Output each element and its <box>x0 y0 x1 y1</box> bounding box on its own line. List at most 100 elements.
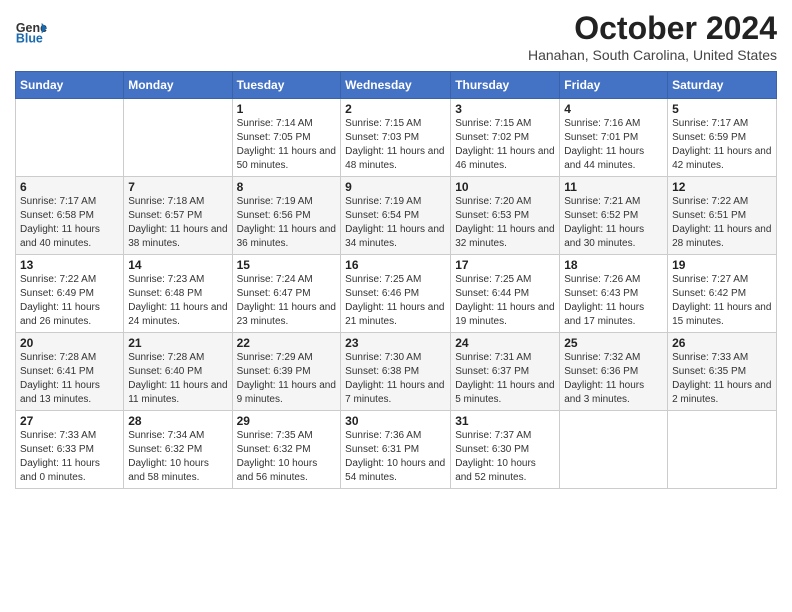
sunrise: Sunrise: 7:17 AM <box>672 118 748 129</box>
day-number: 11 <box>564 180 663 194</box>
day-number: 1 <box>237 102 337 116</box>
calendar-cell: 14 Sunrise: 7:23 AM Sunset: 6:48 PM Dayl… <box>124 255 232 333</box>
sunrise: Sunrise: 7:33 AM <box>20 430 96 441</box>
calendar-cell: 22 Sunrise: 7:29 AM Sunset: 6:39 PM Dayl… <box>232 333 341 411</box>
sunset: Sunset: 6:41 PM <box>20 366 94 377</box>
daylight: Daylight: 11 hours and 15 minutes. <box>672 302 771 327</box>
daylight: Daylight: 11 hours and 40 minutes. <box>20 224 100 249</box>
day-info: Sunrise: 7:37 AM Sunset: 6:30 PM Dayligh… <box>455 429 555 485</box>
day-number: 24 <box>455 336 555 350</box>
daylight: Daylight: 11 hours and 46 minutes. <box>455 146 554 171</box>
day-number: 28 <box>128 414 227 428</box>
day-info: Sunrise: 7:28 AM Sunset: 6:40 PM Dayligh… <box>128 351 227 407</box>
sunrise: Sunrise: 7:36 AM <box>345 430 421 441</box>
day-number: 5 <box>672 102 772 116</box>
sunset: Sunset: 6:37 PM <box>455 366 529 377</box>
calendar-cell: 30 Sunrise: 7:36 AM Sunset: 6:31 PM Dayl… <box>341 411 451 489</box>
day-info: Sunrise: 7:25 AM Sunset: 6:46 PM Dayligh… <box>345 273 446 329</box>
title-section: October 2024 Hanahan, South Carolina, Un… <box>528 10 777 63</box>
daylight: Daylight: 10 hours and 56 minutes. <box>237 458 318 483</box>
day-info: Sunrise: 7:22 AM Sunset: 6:49 PM Dayligh… <box>20 273 119 329</box>
calendar-cell: 1 Sunrise: 7:14 AM Sunset: 7:05 PM Dayli… <box>232 99 341 177</box>
day-info: Sunrise: 7:21 AM Sunset: 6:52 PM Dayligh… <box>564 195 663 251</box>
month-title: October 2024 <box>528 10 777 47</box>
day-number: 3 <box>455 102 555 116</box>
day-number: 15 <box>237 258 337 272</box>
day-info: Sunrise: 7:35 AM Sunset: 6:32 PM Dayligh… <box>237 429 337 485</box>
sunrise: Sunrise: 7:20 AM <box>455 196 531 207</box>
daylight: Daylight: 11 hours and 30 minutes. <box>564 224 644 249</box>
day-info: Sunrise: 7:25 AM Sunset: 6:44 PM Dayligh… <box>455 273 555 329</box>
day-number: 18 <box>564 258 663 272</box>
col-friday: Friday <box>560 72 668 99</box>
day-number: 21 <box>128 336 227 350</box>
day-info: Sunrise: 7:33 AM Sunset: 6:33 PM Dayligh… <box>20 429 119 485</box>
calendar-cell: 7 Sunrise: 7:18 AM Sunset: 6:57 PM Dayli… <box>124 177 232 255</box>
calendar-table: Sunday Monday Tuesday Wednesday Thursday… <box>15 71 777 489</box>
daylight: Daylight: 11 hours and 24 minutes. <box>128 302 227 327</box>
daylight: Daylight: 11 hours and 50 minutes. <box>237 146 336 171</box>
daylight: Daylight: 10 hours and 54 minutes. <box>345 458 445 483</box>
sunset: Sunset: 6:42 PM <box>672 288 746 299</box>
day-info: Sunrise: 7:14 AM Sunset: 7:05 PM Dayligh… <box>237 117 337 173</box>
day-info: Sunrise: 7:31 AM Sunset: 6:37 PM Dayligh… <box>455 351 555 407</box>
sunset: Sunset: 6:54 PM <box>345 210 419 221</box>
sunrise: Sunrise: 7:29 AM <box>237 352 313 363</box>
daylight: Daylight: 11 hours and 2 minutes. <box>672 380 771 405</box>
calendar-cell: 25 Sunrise: 7:32 AM Sunset: 6:36 PM Dayl… <box>560 333 668 411</box>
day-number: 20 <box>20 336 119 350</box>
daylight: Daylight: 11 hours and 3 minutes. <box>564 380 644 405</box>
sunset: Sunset: 6:46 PM <box>345 288 419 299</box>
sunrise: Sunrise: 7:32 AM <box>564 352 640 363</box>
daylight: Daylight: 11 hours and 13 minutes. <box>20 380 100 405</box>
header: General Blue October 2024 Hanahan, South… <box>15 10 777 63</box>
daylight: Daylight: 11 hours and 38 minutes. <box>128 224 227 249</box>
day-info: Sunrise: 7:32 AM Sunset: 6:36 PM Dayligh… <box>564 351 663 407</box>
week-row-2: 6 Sunrise: 7:17 AM Sunset: 6:58 PM Dayli… <box>16 177 777 255</box>
day-number: 14 <box>128 258 227 272</box>
daylight: Daylight: 11 hours and 34 minutes. <box>345 224 444 249</box>
sunrise: Sunrise: 7:35 AM <box>237 430 313 441</box>
calendar-cell: 31 Sunrise: 7:37 AM Sunset: 6:30 PM Dayl… <box>451 411 560 489</box>
daylight: Daylight: 10 hours and 52 minutes. <box>455 458 536 483</box>
calendar-cell: 13 Sunrise: 7:22 AM Sunset: 6:49 PM Dayl… <box>16 255 124 333</box>
daylight: Daylight: 11 hours and 11 minutes. <box>128 380 227 405</box>
sunrise: Sunrise: 7:26 AM <box>564 274 640 285</box>
sunset: Sunset: 6:32 PM <box>128 444 202 455</box>
day-number: 27 <box>20 414 119 428</box>
calendar-cell: 8 Sunrise: 7:19 AM Sunset: 6:56 PM Dayli… <box>232 177 341 255</box>
day-number: 10 <box>455 180 555 194</box>
calendar-cell: 16 Sunrise: 7:25 AM Sunset: 6:46 PM Dayl… <box>341 255 451 333</box>
daylight: Daylight: 11 hours and 0 minutes. <box>20 458 100 483</box>
calendar-cell: 11 Sunrise: 7:21 AM Sunset: 6:52 PM Dayl… <box>560 177 668 255</box>
sunrise: Sunrise: 7:30 AM <box>345 352 421 363</box>
col-monday: Monday <box>124 72 232 99</box>
sunrise: Sunrise: 7:23 AM <box>128 274 204 285</box>
calendar-cell: 6 Sunrise: 7:17 AM Sunset: 6:58 PM Dayli… <box>16 177 124 255</box>
day-number: 2 <box>345 102 446 116</box>
day-number: 13 <box>20 258 119 272</box>
day-info: Sunrise: 7:30 AM Sunset: 6:38 PM Dayligh… <box>345 351 446 407</box>
sunset: Sunset: 6:44 PM <box>455 288 529 299</box>
calendar-cell: 2 Sunrise: 7:15 AM Sunset: 7:03 PM Dayli… <box>341 99 451 177</box>
sunset: Sunset: 6:47 PM <box>237 288 311 299</box>
day-number: 22 <box>237 336 337 350</box>
daylight: Daylight: 11 hours and 7 minutes. <box>345 380 444 405</box>
sunset: Sunset: 6:36 PM <box>564 366 638 377</box>
sunrise: Sunrise: 7:37 AM <box>455 430 531 441</box>
day-number: 4 <box>564 102 663 116</box>
day-info: Sunrise: 7:15 AM Sunset: 7:03 PM Dayligh… <box>345 117 446 173</box>
calendar-cell: 28 Sunrise: 7:34 AM Sunset: 6:32 PM Dayl… <box>124 411 232 489</box>
daylight: Daylight: 11 hours and 23 minutes. <box>237 302 336 327</box>
calendar-cell <box>124 99 232 177</box>
day-info: Sunrise: 7:33 AM Sunset: 6:35 PM Dayligh… <box>672 351 772 407</box>
calendar-cell: 20 Sunrise: 7:28 AM Sunset: 6:41 PM Dayl… <box>16 333 124 411</box>
daylight: Daylight: 11 hours and 19 minutes. <box>455 302 554 327</box>
calendar-cell: 23 Sunrise: 7:30 AM Sunset: 6:38 PM Dayl… <box>341 333 451 411</box>
calendar-cell: 9 Sunrise: 7:19 AM Sunset: 6:54 PM Dayli… <box>341 177 451 255</box>
calendar-cell: 19 Sunrise: 7:27 AM Sunset: 6:42 PM Dayl… <box>668 255 777 333</box>
calendar-cell: 4 Sunrise: 7:16 AM Sunset: 7:01 PM Dayli… <box>560 99 668 177</box>
day-info: Sunrise: 7:19 AM Sunset: 6:56 PM Dayligh… <box>237 195 337 251</box>
col-wednesday: Wednesday <box>341 72 451 99</box>
sunrise: Sunrise: 7:21 AM <box>564 196 640 207</box>
